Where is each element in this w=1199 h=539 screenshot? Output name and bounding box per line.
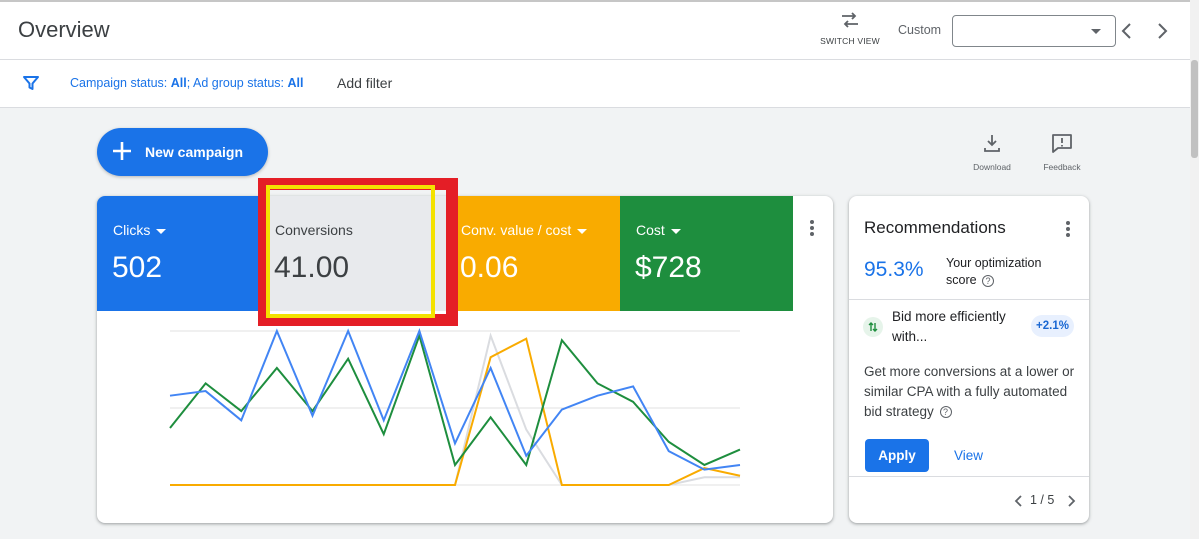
chevron-right-icon[interactable] (1065, 493, 1077, 509)
new-campaign-button[interactable]: New campaign (97, 128, 268, 176)
metric-cost-value: $728 (635, 251, 702, 284)
page-header: Overview SWITCH VIEW Custom (0, 0, 1190, 60)
date-range-select[interactable] (952, 15, 1116, 47)
download-button[interactable]: Download (967, 133, 1017, 172)
performance-card: Clicks 502 Conversions 41.00 Conv. value… (97, 196, 833, 523)
campaign-status-label: Campaign status: (70, 76, 168, 90)
active-filters[interactable]: Campaign status: All; Ad group status: A… (70, 76, 304, 90)
chart-series-line (169, 328, 741, 471)
campaign-status-value: All (170, 76, 187, 90)
metric-conv-value-cost-value: 0.06 (460, 251, 519, 284)
metric-conv-value-cost[interactable]: Conv. value / cost 0.06 (457, 196, 620, 311)
recommendation-description: Get more conversions at a lower or simil… (864, 364, 1075, 419)
dropdown-caret-icon (156, 228, 167, 234)
previous-period-button[interactable] (1117, 19, 1137, 43)
performance-chart (169, 328, 741, 486)
metric-conv-value-cost-label-wrap: Conv. value / cost (461, 222, 588, 238)
apply-button[interactable]: Apply (865, 439, 929, 472)
filter-bar: Campaign status: All; Ad group status: A… (0, 60, 1190, 108)
metric-cost-label-wrap: Cost (636, 222, 681, 238)
chevron-left-icon[interactable] (1013, 493, 1025, 509)
dropdown-caret-icon (670, 228, 681, 234)
divider (849, 476, 1089, 477)
next-period-button[interactable] (1153, 19, 1173, 43)
download-label: Download (973, 162, 1011, 172)
feedback-button[interactable]: Feedback (1037, 133, 1087, 172)
recommendation-description-wrap: Get more conversions at a lower or simil… (864, 362, 1079, 422)
metric-conv-value-cost-label: Conv. value / cost (461, 222, 572, 238)
recommendations-pager: 1 / 5 (1013, 492, 1078, 510)
metric-cost[interactable]: Cost $728 (620, 196, 793, 311)
optimization-score: 95.3% (864, 258, 924, 281)
dropdown-caret-icon (577, 228, 588, 234)
pager-text: 1 / 5 (1030, 493, 1055, 507)
recommendation-title[interactable]: Bid more efficiently with... (892, 307, 1022, 347)
highlight-box-yellow (266, 185, 435, 318)
more-options-icon[interactable] (801, 216, 823, 240)
recommendations-card: Recommendations 95.3% Your optimization … (849, 196, 1089, 523)
recommendation-impact-badge: +2.1% (1031, 315, 1074, 337)
optimization-score-label-wrap: Your optimization score ? (946, 255, 1066, 289)
help-icon[interactable]: ? (939, 406, 952, 419)
divider (849, 299, 1089, 300)
help-icon[interactable]: ? (982, 274, 995, 287)
swap-icon (842, 12, 858, 28)
metric-cost-label: Cost (636, 222, 665, 238)
more-options-icon[interactable] (1059, 218, 1077, 240)
metric-clicks-label-wrap: Clicks (113, 222, 167, 238)
new-campaign-label: New campaign (145, 144, 244, 160)
dropdown-caret-icon (1091, 29, 1101, 34)
ad-group-status-value: All (287, 76, 304, 90)
bid-strategy-icon (863, 317, 883, 337)
feedback-label: Feedback (1043, 162, 1081, 172)
plus-icon (110, 137, 134, 168)
date-range-label: Custom (898, 23, 942, 37)
ad-group-status-label: ; Ad group status: (186, 76, 285, 90)
switch-view-button[interactable]: SWITCH VIEW (818, 10, 882, 46)
switch-view-label: SWITCH VIEW (820, 36, 880, 46)
metric-clicks-value: 502 (112, 251, 163, 284)
filter-icon[interactable] (22, 74, 40, 97)
add-filter-button[interactable]: Add filter (337, 75, 392, 91)
download-icon (984, 135, 1000, 152)
chevron-left-icon (1121, 23, 1131, 39)
recommendations-title: Recommendations (864, 218, 1006, 237)
chevron-right-icon (1158, 23, 1168, 39)
page-title: Overview (18, 17, 110, 42)
scrollbar-thumb[interactable] (1191, 60, 1198, 158)
feedback-icon (1052, 134, 1072, 153)
metric-clicks-label: Clicks (113, 222, 151, 238)
metric-clicks[interactable]: Clicks 502 (97, 196, 259, 311)
view-link[interactable]: View (954, 448, 983, 463)
